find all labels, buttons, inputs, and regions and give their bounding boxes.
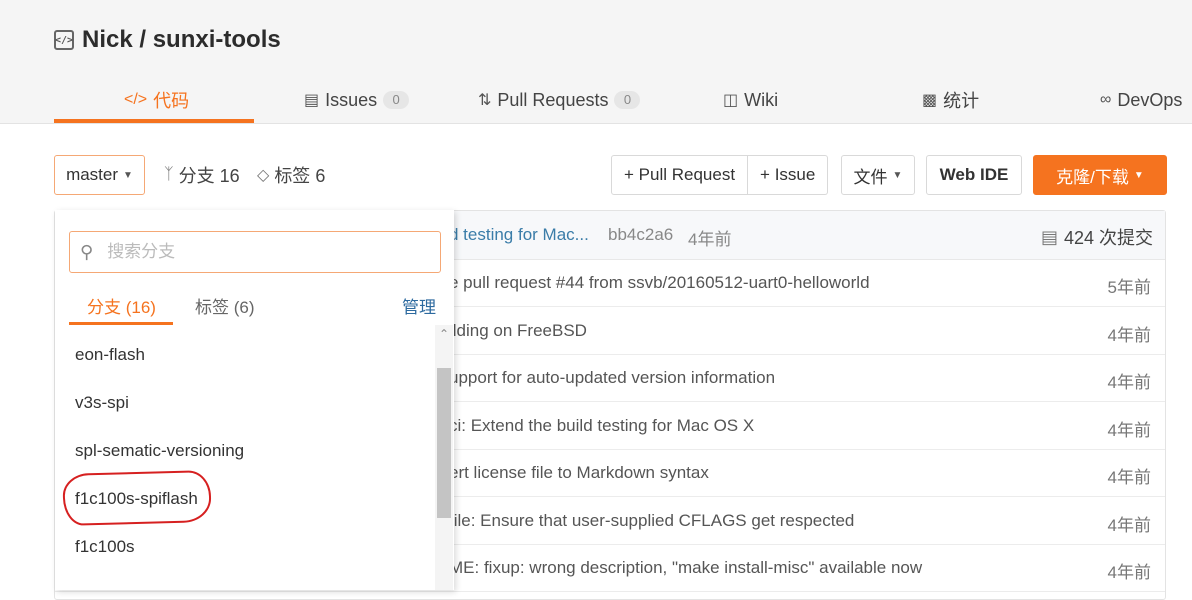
search-icon: ⚲ <box>80 241 94 262</box>
branch-select-label: master <box>66 165 119 184</box>
tab-devops[interactable]: ∞ DevOps <box>1100 78 1182 122</box>
tab-pull-requests[interactable]: ⇅ Pull Requests 0 <box>478 78 641 122</box>
stats-icon: ▩ <box>922 92 938 109</box>
file-commit-time: 4年前 <box>1107 468 1151 487</box>
web-ide-button[interactable]: Web IDE <box>926 155 1022 195</box>
file-commit-message[interactable]: ME: fixup: wrong description, "make inst… <box>449 558 922 578</box>
repo-nav-tabs: </> 代码 ▤ Issues 0 ⇅ Pull Requests 0 ◫ Wi… <box>0 78 1192 122</box>
tab-issues[interactable]: ▤ Issues 0 <box>304 78 410 122</box>
branch-dropdown: ⚲ 分支 (16) 标签 (6) 管理 eon-flash v3s-spi sp… <box>55 210 454 590</box>
branch-select[interactable]: master ▼ <box>54 155 145 195</box>
latest-commit-message[interactable]: d testing for Mac... <box>449 225 589 245</box>
tab-stats-label: 统计 <box>943 91 980 111</box>
caret-down-icon: ▼ <box>123 169 133 181</box>
repo-header: </> Nick / sunxi-tools </> 代码 ▤ Issues 0… <box>0 0 1192 124</box>
branch-item[interactable]: f1c100s <box>75 537 135 557</box>
clone-download-button[interactable]: 克隆/下载 ▼ <box>1033 155 1167 195</box>
tags-count: 标签 6 <box>274 166 326 186</box>
tag-icon: ◇ <box>257 167 270 184</box>
file-commit-time: 4年前 <box>1107 326 1151 345</box>
file-commit-message[interactable]: e pull request #44 from ssvb/20160512-ua… <box>449 273 870 293</box>
file-commit-message[interactable]: ilding on FreeBSD <box>449 321 587 341</box>
commit-count-link[interactable]: ▤ 424 次提交 <box>1041 224 1153 250</box>
branch-item[interactable]: v3s-spi <box>75 393 129 413</box>
file-commit-message[interactable]: upport for auto-updated version informat… <box>449 368 775 388</box>
branch-item[interactable]: spl-sematic-versioning <box>75 441 244 461</box>
repo-name[interactable]: Nick / sunxi-tools <box>82 26 281 54</box>
branch-icon: ᛉ <box>164 166 174 183</box>
branch-search-box[interactable]: ⚲ <box>69 231 441 273</box>
tab-code[interactable]: </> 代码 <box>124 78 189 122</box>
tab-wiki[interactable]: ◫ Wiki <box>723 78 778 122</box>
file-commit-time: 4年前 <box>1107 563 1151 582</box>
clone-download-label: 克隆/下载 <box>1056 167 1129 187</box>
document-icon: ▤ <box>1040 226 1058 247</box>
branch-search-input[interactable] <box>105 241 410 263</box>
file-menu-label: 文件 <box>853 167 888 187</box>
dropdown-tab-branches[interactable]: 分支 (16) <box>87 293 156 318</box>
branches-link[interactable]: ᛉ 分支 16 <box>164 162 240 188</box>
code-icon: </> <box>124 91 148 108</box>
new-issue-button[interactable]: + Issue <box>748 155 829 195</box>
new-pull-request-button[interactable]: + Pull Request <box>611 155 749 195</box>
file-commit-message[interactable]: file: Ensure that user-supplied CFLAGS g… <box>449 511 854 531</box>
issues-count-badge: 0 <box>383 91 410 109</box>
commit-count: 424 次提交 <box>1063 228 1153 248</box>
wiki-icon: ◫ <box>723 92 739 109</box>
repo-title[interactable]: </> Nick / sunxi-tools <box>54 26 281 54</box>
pull-requests-count-badge: 0 <box>614 91 641 109</box>
file-commit-time: 4年前 <box>1107 373 1151 392</box>
tab-pull-requests-label: Pull Requests <box>497 89 609 110</box>
tab-issues-label: Issues <box>325 89 378 110</box>
issues-icon: ▤ <box>304 92 320 109</box>
dropdown-tab-underline <box>69 322 173 325</box>
branches-count: 分支 16 <box>178 166 240 186</box>
annotation-circle <box>62 470 212 526</box>
tab-devops-label: DevOps <box>1117 89 1183 110</box>
tab-stats[interactable]: ▩ 统计 <box>922 78 979 122</box>
file-commit-time: 4年前 <box>1107 421 1151 440</box>
file-menu-button[interactable]: 文件 ▼ <box>841 155 915 195</box>
caret-down-icon: ▼ <box>1133 169 1144 181</box>
branch-item[interactable]: eon-flash <box>75 345 145 365</box>
pr-issue-button-group: + Pull Request + Issue <box>611 155 829 195</box>
devops-icon: ∞ <box>1100 91 1112 108</box>
manage-branches-link[interactable]: 管理 <box>402 293 436 318</box>
scroll-up-arrow-icon[interactable]: ⌃ <box>435 327 453 341</box>
pull-request-icon: ⇅ <box>478 92 492 109</box>
file-commit-message[interactable]: ert license file to Markdown syntax <box>449 463 709 483</box>
file-commit-message[interactable]: ci: Extend the build testing for Mac OS … <box>449 416 754 436</box>
caret-down-icon: ▼ <box>892 169 903 181</box>
active-tab-underline <box>54 119 254 123</box>
dropdown-tab-tags[interactable]: 标签 (6) <box>195 293 255 318</box>
code-repo-icon: </> <box>54 30 74 50</box>
file-commit-time: 5年前 <box>1107 278 1151 297</box>
tags-link[interactable]: ◇ 标签 6 <box>257 162 325 188</box>
tab-code-label: 代码 <box>153 91 190 111</box>
latest-commit-hash[interactable]: bb4c2a6 <box>608 225 673 245</box>
tab-wiki-label: Wiki <box>744 89 779 110</box>
scrollbar-thumb[interactable] <box>437 368 451 518</box>
latest-commit-age: 4年前 <box>688 230 732 249</box>
file-commit-time: 4年前 <box>1107 516 1151 535</box>
